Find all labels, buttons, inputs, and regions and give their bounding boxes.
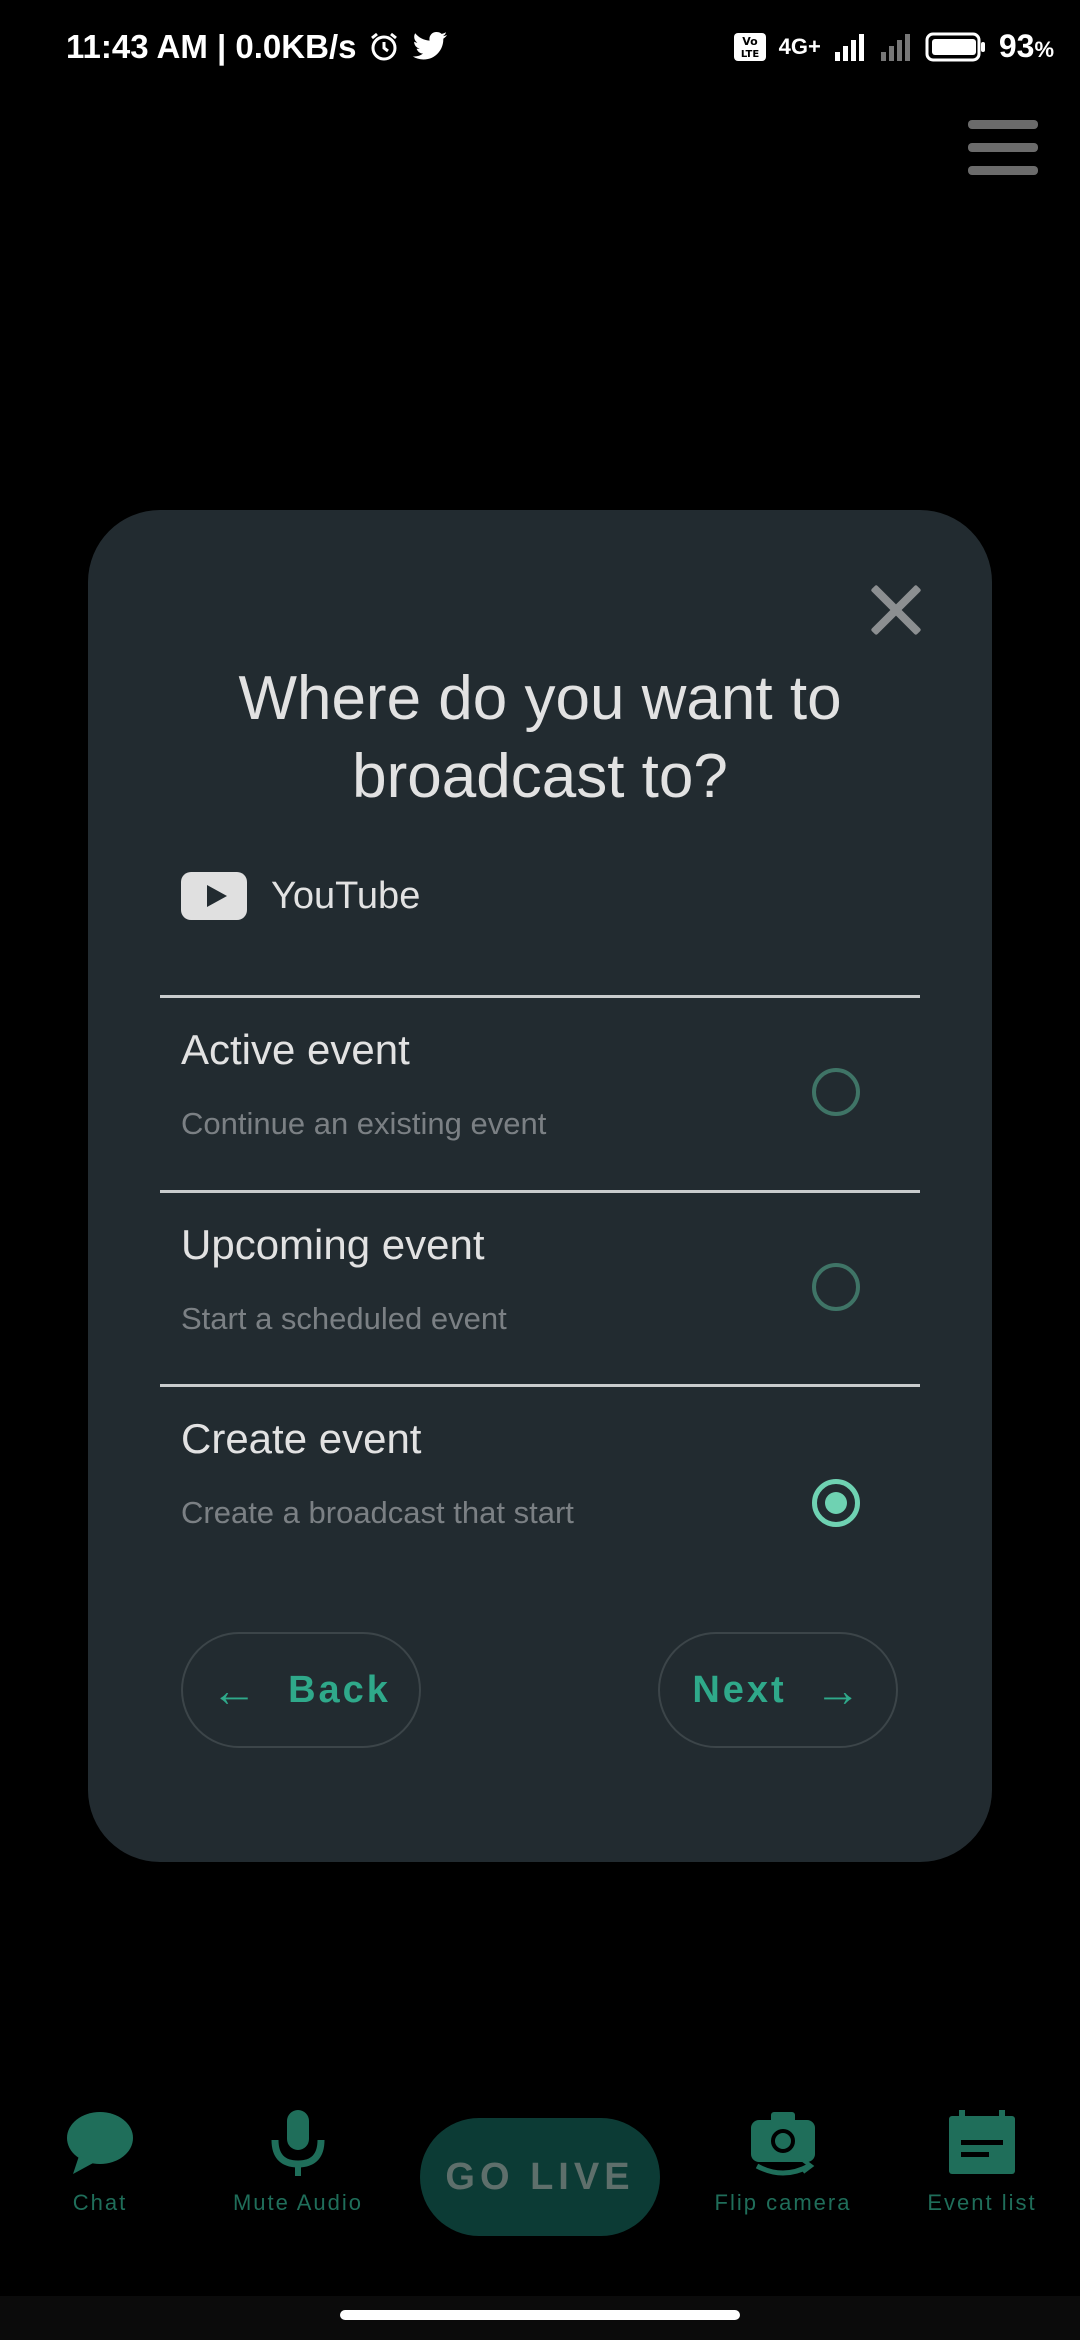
radio-active-event[interactable]	[812, 1068, 860, 1116]
twitter-icon	[413, 32, 448, 60]
option-upcoming-event[interactable]: Upcoming event Start a scheduled event	[160, 1193, 920, 1383]
microphone-icon	[271, 2110, 325, 2176]
option-active-event[interactable]: Active event Continue an existing event	[160, 998, 920, 1188]
nav-mute-audio-label: Mute Audio	[232, 2190, 364, 2215]
event-list-icon	[949, 2110, 1015, 2174]
next-label: Next	[692, 1668, 787, 1711]
option-subtitle: Create a broadcast that start	[181, 1495, 574, 1530]
status-time: 11:43 AM | 0.0KB/s	[66, 28, 357, 65]
platform-row: YouTube	[181, 872, 420, 920]
option-title: Active event	[181, 1026, 410, 1073]
nav-event-list-label: Event list	[927, 2190, 1037, 2215]
nav-chat-label: Chat	[72, 2190, 128, 2215]
nav-chat[interactable]: Chat	[10, 2110, 190, 2216]
next-button[interactable]: Next →	[658, 1632, 898, 1748]
back-button[interactable]: ← Back	[181, 1632, 421, 1748]
go-live-button[interactable]: GO LIVE	[420, 2118, 660, 2236]
option-create-event[interactable]: Create event Create a broadcast that sta…	[160, 1387, 920, 1577]
signal-icon	[834, 33, 864, 61]
close-icon[interactable]	[868, 582, 924, 638]
nav-flip-camera-label: Flip camera	[714, 2190, 852, 2215]
nav-mute-audio[interactable]: Mute Audio	[208, 2110, 388, 2216]
arrow-left-icon: ←	[211, 1664, 261, 1716]
option-subtitle: Start a scheduled event	[181, 1301, 507, 1336]
volte-icon: Vo LTE	[733, 32, 766, 61]
battery-unit: %	[1034, 37, 1054, 62]
nav-flip-camera[interactable]: Flip camera	[693, 2110, 873, 2216]
flip-camera-icon	[751, 2112, 815, 2176]
status-bar: 11:43 AM | 0.0KB/s Vo LTE 4G+ 93%	[0, 0, 1080, 96]
option-title: Create event	[181, 1415, 422, 1462]
radio-upcoming-event[interactable]	[812, 1263, 860, 1311]
home-indicator[interactable]	[0, 2296, 1080, 2340]
option-subtitle: Continue an existing event	[181, 1106, 547, 1141]
arrow-right-icon: →	[814, 1664, 864, 1716]
platform-label: YouTube	[271, 874, 421, 917]
back-label: Back	[288, 1668, 391, 1711]
svg-text:Vo: Vo	[742, 35, 758, 48]
network-type: 4G+	[778, 33, 821, 59]
menu-icon[interactable]	[968, 120, 1038, 184]
battery-level: 93	[998, 28, 1035, 64]
radio-create-event[interactable]	[812, 1479, 860, 1527]
option-title: Upcoming event	[181, 1221, 485, 1268]
alarm-icon	[371, 32, 398, 61]
nav-event-list[interactable]: Event list	[892, 2110, 1072, 2216]
chat-icon	[67, 2112, 133, 2174]
signal-no-service-icon	[880, 33, 910, 61]
svg-text:LTE: LTE	[740, 49, 759, 60]
broadcast-destination-dialog: Where do you want to broadcast to? YouTu…	[88, 510, 992, 1862]
battery-icon	[925, 32, 985, 61]
youtube-icon	[181, 872, 247, 920]
dialog-title: Where do you want to broadcast to?	[238, 664, 842, 811]
